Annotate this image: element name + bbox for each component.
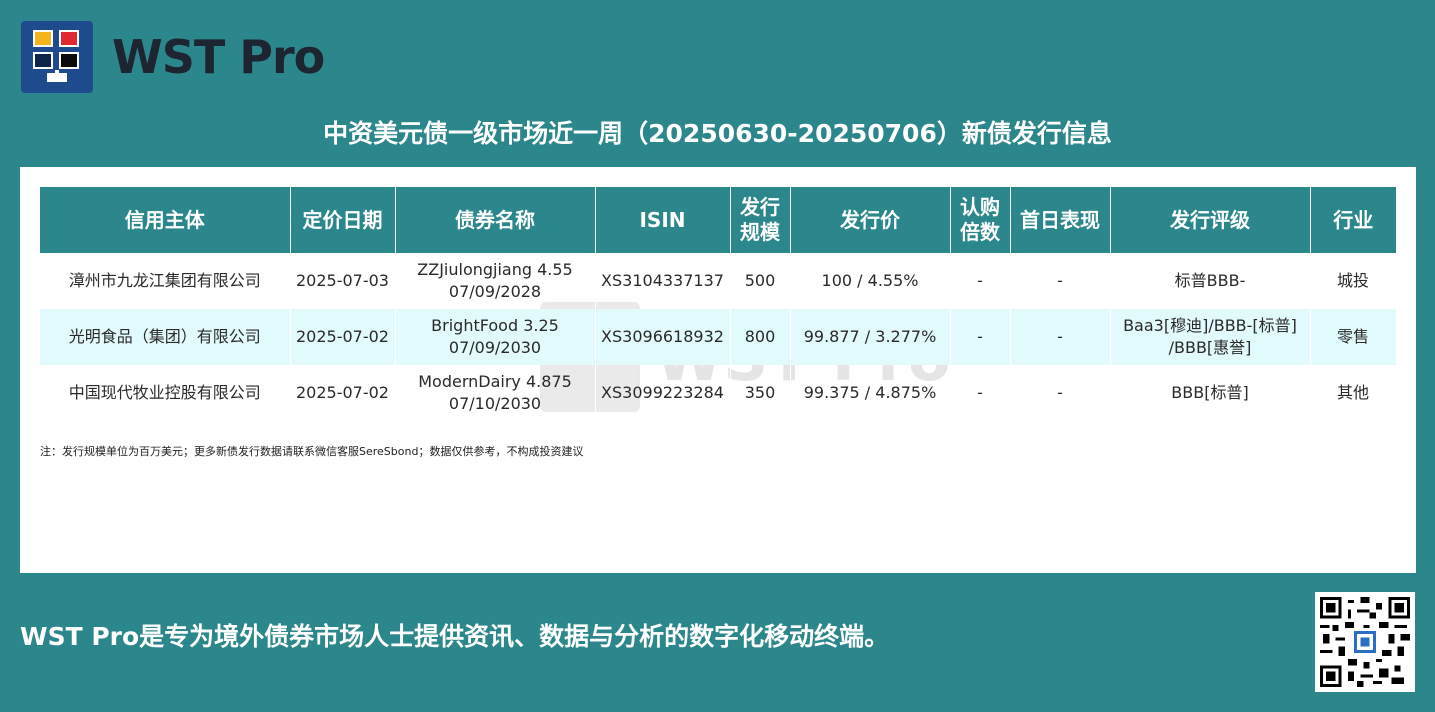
column-header-issue-price: 发行价 bbox=[790, 187, 951, 253]
cell-subscription-multiple: - bbox=[950, 309, 1011, 365]
table-header-row: 信用主体 定价日期 债券名称 ISIN 发行 规模 发行价 认购 倍数 首日表现 发行评级 行业 bbox=[40, 187, 1396, 253]
cell-isin: XS3104337137 bbox=[595, 253, 731, 309]
cell-issue-size: 500 bbox=[730, 253, 791, 309]
cell-bond-name: ZZJiulongjiang 4.55 07/09/2028 bbox=[395, 253, 596, 309]
footer-tagline: WST Pro是专为境外债券市场人士提供资讯、数据与分析的数字化移动终端。 bbox=[20, 622, 890, 651]
cell-rating: 标普BBB- bbox=[1110, 253, 1311, 309]
table-panel: WST Pro 信用主体定价日期债券名称ISIN发行规模发行价认购倍数首日表现发… bbox=[20, 167, 1416, 573]
column-header-pricing-date: 定价日期 bbox=[290, 187, 396, 253]
cell-industry: 零售 bbox=[1310, 309, 1397, 365]
qr-code-icon bbox=[1315, 592, 1415, 692]
cell-issue-price: 100 / 4.55% bbox=[790, 253, 951, 309]
cell-bond-name: ModernDairy 4.875 07/10/2030 bbox=[395, 365, 596, 421]
cell-issuer: 中国现代牧业控股有限公司 bbox=[40, 365, 291, 421]
cell-isin: XS3096618932 bbox=[595, 309, 731, 365]
cell-pricing-date: 2025-07-02 bbox=[290, 365, 396, 421]
cell-issue-size: 350 bbox=[730, 365, 791, 421]
column-header-rating: 发行评级 bbox=[1110, 187, 1311, 253]
cell-pricing-date: 2025-07-02 bbox=[290, 309, 396, 365]
cell-industry: 城投 bbox=[1310, 253, 1397, 309]
bond-issuance-table: 信用主体 定价日期 债券名称 ISIN 发行 规模 发行价 认购 倍数 首日表现 发行评级 行业 漳州… bbox=[40, 187, 1397, 421]
column-header-first-day-performance: 首日表现 bbox=[1010, 187, 1111, 253]
cell-rating: Baa3[穆迪]/BBB-[标普]/BBB[惠誉] bbox=[1110, 309, 1311, 365]
column-header-issue-size: 发行 规模 bbox=[730, 187, 791, 253]
cell-subscription-multiple: - bbox=[950, 365, 1011, 421]
cell-bond-name: BrightFood 3.25 07/09/2030 bbox=[395, 309, 596, 365]
cell-issuer: 光明食品（集团）有限公司 bbox=[40, 309, 291, 365]
cell-first-day-performance: - bbox=[1010, 365, 1111, 421]
cell-issuer: 漳州市九龙江集团有限公司 bbox=[40, 253, 291, 309]
cell-isin: XS3099223284 bbox=[595, 365, 731, 421]
wst-logo-icon bbox=[21, 21, 93, 93]
cell-subscription-multiple: - bbox=[950, 253, 1011, 309]
column-header-industry: 行业 bbox=[1310, 187, 1396, 253]
column-header-isin: ISIN bbox=[595, 187, 731, 253]
cell-issue-price: 99.375 / 4.875% bbox=[790, 365, 951, 421]
cell-first-day-performance: - bbox=[1010, 309, 1111, 365]
table-row: 光明食品（集团）有限公司 2025-07-02 BrightFood 3.25 07/… bbox=[40, 309, 1397, 365]
cell-rating: BBB[标普] bbox=[1110, 365, 1311, 421]
page-title: 中资美元债一级市场近一周（20250630-20250706）新债发行信息 bbox=[323, 119, 1112, 148]
cell-issue-price: 99.877 / 3.277% bbox=[790, 309, 951, 365]
table-row: 中国现代牧业控股有限公司 2025-07-02 ModernDairy 4.875 0… bbox=[40, 365, 1397, 421]
brand-name: WST Pro bbox=[112, 30, 325, 84]
cell-industry: 其他 bbox=[1310, 365, 1397, 421]
cell-issue-size: 800 bbox=[730, 309, 791, 365]
footnote: 注：发行规模单位为百万美元；更多新债发行数据请联系微信客服SereSbond；数… bbox=[40, 445, 584, 458]
column-header-issuer: 信用主体 bbox=[40, 187, 291, 253]
cell-pricing-date: 2025-07-03 bbox=[290, 253, 396, 309]
cell-first-day-performance: - bbox=[1010, 253, 1111, 309]
table-row: 漳州市九龙江集团有限公司 2025-07-03 ZZJiulongjiang 4.5… bbox=[40, 253, 1397, 309]
column-header-bond-name: 债券名称 bbox=[395, 187, 596, 253]
column-header-subscription-multiple: 认购 倍数 bbox=[950, 187, 1011, 253]
